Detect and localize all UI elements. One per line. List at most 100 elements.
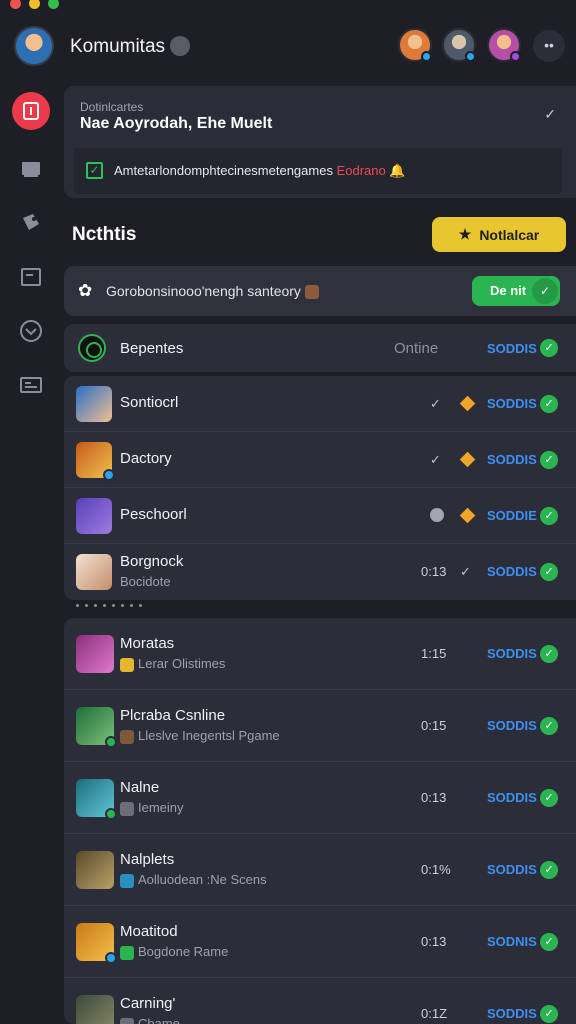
game-row[interactable]: Borgnock Bocidote 0:13 ✓ SODDIS ✓ [64,544,576,600]
minimize-window-button[interactable] [29,0,40,9]
game-name: Moratas [120,635,175,652]
diamond-icon [459,451,476,468]
online-row[interactable]: Bepentes Ontine SODDIS ✓ [64,324,576,372]
diamond-icon [459,507,476,524]
check-icon[interactable]: ✓ [540,717,558,735]
game-row[interactable]: Plcraba Csnline Lleslve Inegentsl Pgame 0:… [64,690,576,762]
setting-toggle[interactable]: De nit ✓ [472,276,560,306]
sidebar-library-icon[interactable] [12,150,50,188]
sidebar [0,80,62,1024]
game-name: Sontiocrl [120,394,179,411]
check-icon[interactable]: ✓ [540,563,558,581]
notice-link[interactable]: Eodrano [337,163,386,178]
chevron-down-icon[interactable]: ✓ [430,452,441,468]
game-subtitle: Bogdone Rame [120,944,228,960]
game-state: SODDIS [487,1006,537,1021]
thumbnail-badge-icon [105,736,117,748]
online-group: Bepentes Ontine SODDIS ✓ [64,324,576,372]
notice-text: Amtetarlondomphtecinesmetengames Eodrano… [114,163,406,178]
bell-icon: 🔔 [389,163,406,178]
setting-bar-text: Gorobonsinooo'nengh santeory [106,283,319,300]
game-thumbnail [76,554,112,590]
game-state: SODDIS [487,452,537,467]
check-icon[interactable]: ✓ [540,933,558,951]
section-title: Ncthtis [72,224,137,245]
separator-dots [76,604,142,607]
game-row[interactable]: Nalne Iemeiny 0:13 SODDIS ✓ [64,762,576,834]
flower-icon: ✿ [78,281,93,300]
check-icon[interactable]: ✓ [540,645,558,663]
sidebar-download-icon[interactable] [12,312,50,350]
check-icon[interactable]: ✓ [540,395,558,413]
game-state: SODDIS [487,862,537,877]
game-time: 0:15 [421,718,447,733]
maximize-window-button[interactable] [48,0,59,9]
more-options-button[interactable]: •• [533,30,565,62]
game-thumbnail [76,995,114,1024]
game-row[interactable]: Peschoorl SODDIE ✓ [64,488,576,544]
subtitle-icon [120,945,134,960]
game-thumbnail [76,498,112,534]
sidebar-tags-icon[interactable] [12,204,50,242]
app-header: Komumitas •• [0,20,576,72]
game-thumbnail [76,635,114,673]
game-time: 0:13 [421,564,447,579]
game-row[interactable]: Sontiocrl ✓ SODDIS ✓ [64,376,576,432]
thumbnail-badge-icon [105,952,117,964]
online-icon [78,334,106,362]
notice-checkbox[interactable]: ✓ [86,162,103,179]
game-subtitle: Iemeiny [120,800,184,816]
game-thumbnail [76,442,115,481]
sidebar-news-icon[interactable] [12,366,50,404]
expand-icon[interactable]: ✓ [544,106,556,123]
game-name: Moatitod [120,923,178,940]
chevron-down-icon[interactable]: ✓ [460,564,471,580]
game-name: Borgnock [120,553,184,570]
check-icon[interactable]: ✓ [540,861,558,879]
friend-avatar-2[interactable] [442,28,476,62]
game-row[interactable]: Dactory ✓ SODDIS ✓ [64,432,576,488]
game-thumbnail [76,707,117,748]
game-state: SODDIS [487,646,537,661]
game-row[interactable]: Carning' Cbame 0:1Z SODDIS ✓ [64,978,576,1024]
check-icon[interactable]: ✓ [540,789,558,807]
games-group-2: Moratas Lerar Olistimes 1:15 SODDIS ✓ Plcraba… [64,618,576,1024]
game-row[interactable]: Moatitod Bogdone Rame 0:13 SODNIS ✓ [64,906,576,978]
toggle-label: De nit [490,283,527,298]
toggle-check-icon: ✓ [532,278,558,304]
game-name: Peschoorl [120,506,187,523]
game-thumbnail [76,779,117,820]
chevron-down-icon[interactable]: ✓ [430,396,441,412]
check-icon[interactable]: ✓ [540,507,558,525]
game-state: SODDIE [487,508,537,523]
user-avatar[interactable] [14,26,54,66]
friend-avatar-1[interactable] [398,28,432,62]
online-status: Ontine [394,340,439,357]
game-thumbnail [76,923,117,964]
game-state: SODDIS [487,718,537,733]
check-icon[interactable]: ✓ [540,339,558,357]
game-row[interactable]: Moratas Lerar Olistimes 1:15 SODDIS ✓ [64,618,576,690]
subtitle-icon [120,657,134,672]
sidebar-home-icon[interactable] [12,92,50,130]
game-name: Carning' [120,995,176,1012]
setting-bar: ✿ Gorobonsinooo'nengh santeory De nit ✓ [64,266,576,316]
notify-button-label: Notlalcar [479,226,540,243]
check-icon[interactable]: ✓ [540,1005,558,1023]
game-row[interactable]: Nalplets Aolluodean :Ne Scens 0:1% SODDIS ✓ [64,834,576,906]
game-state: SODDIS [487,396,537,411]
status-icon [170,36,190,56]
app-title: Komumitas [70,36,166,57]
friend-avatar-3[interactable] [487,28,521,62]
row-state: SODDIS [487,341,537,356]
subtitle-icon [120,801,134,816]
sidebar-window-icon[interactable] [12,258,50,296]
thumbnail-badge-icon [103,469,115,481]
game-subtitle: Lerar Olistimes [120,656,225,672]
game-name: Nalne [120,779,160,796]
close-window-button[interactable] [10,0,21,9]
notify-button[interactable]: ★ Notlalcar [432,217,566,252]
check-icon[interactable]: ✓ [540,451,558,469]
game-subtitle: Aolluodean :Ne Scens [120,872,267,888]
row-name: Bepentes [120,340,184,357]
